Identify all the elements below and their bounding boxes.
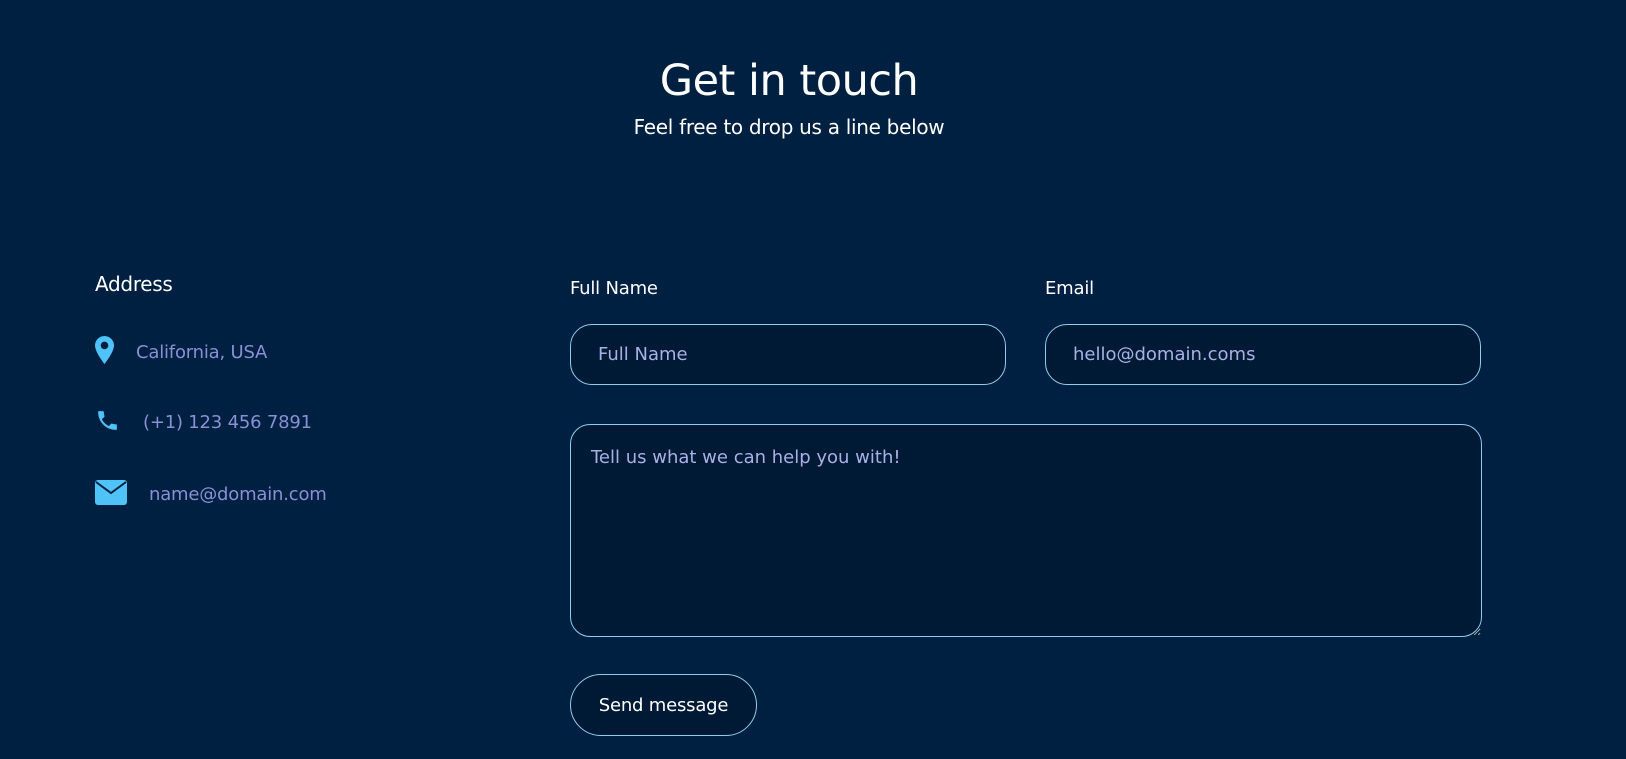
phone-icon (95, 408, 143, 437)
contact-header: Get in touch Feel free to drop us a line… (0, 56, 1578, 140)
address-location-text: California, USA (136, 341, 268, 363)
message-textarea[interactable] (570, 424, 1482, 637)
send-message-button[interactable]: Send message (570, 674, 757, 736)
address-section: Address California, USA (+1) 123 456 789… (95, 272, 327, 505)
address-phone-row: (+1) 123 456 7891 (95, 408, 312, 437)
full-name-label: Full Name (570, 278, 658, 299)
address-phone-text: (+1) 123 456 7891 (143, 412, 312, 433)
page-subtitle: Feel free to drop us a line below (633, 115, 945, 140)
address-heading: Address (95, 272, 173, 296)
address-email-text: name@domain.com (149, 484, 327, 505)
contact-page: Get in touch Feel free to drop us a line… (0, 0, 1626, 759)
envelope-icon (95, 480, 149, 509)
email-label: Email (1045, 278, 1094, 299)
email-input[interactable] (1045, 324, 1481, 385)
address-location-row: California, USA (95, 336, 267, 368)
map-pin-icon (95, 336, 136, 368)
address-email-row: name@domain.com (95, 480, 327, 509)
full-name-input[interactable] (570, 324, 1006, 385)
page-title: Get in touch (659, 56, 919, 106)
